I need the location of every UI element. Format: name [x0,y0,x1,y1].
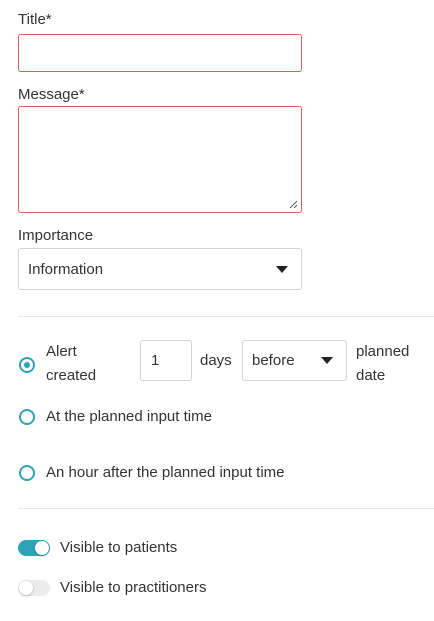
radio-alert-created-label-line2: created [46,367,97,384]
resize-handle-icon[interactable] [289,200,298,209]
title-input[interactable] [18,34,302,72]
message-label: Message* [18,86,85,103]
message-textarea[interactable] [18,106,302,213]
radio-hour-after-label: An hour after the planned input time [46,464,285,481]
caret-down-icon [321,357,333,364]
radio-alert-created[interactable] [19,357,35,373]
toggle-visible-patients-label: Visible to patients [60,539,178,556]
planned-date-label-line2: date [356,367,386,384]
caret-down-icon [276,266,288,273]
toggle-visible-patients[interactable] [18,540,50,556]
importance-label: Importance [18,227,94,244]
title-label: Title* [18,11,52,28]
section-divider [18,316,434,317]
importance-selected-value: Information [28,261,104,278]
radio-hour-after[interactable] [19,465,35,481]
relation-select[interactable]: before [242,340,347,381]
toggle-visible-practitioners-label: Visible to practitioners [60,579,207,596]
days-input-value: 1 [151,352,160,369]
days-input[interactable]: 1 [140,340,192,381]
relation-selected-value: before [252,352,295,369]
toggle-knob [19,581,33,595]
importance-select[interactable]: Information [18,248,302,290]
toggle-visible-practitioners[interactable] [18,580,50,596]
radio-planned-time[interactable] [19,409,35,425]
days-unit-label: days [200,352,232,369]
planned-date-label-line1: planned [356,343,410,360]
toggle-knob [35,541,49,555]
radio-planned-time-label: At the planned input time [46,408,212,425]
section-divider [18,508,434,509]
radio-alert-created-label-line1: Alert [46,343,77,360]
